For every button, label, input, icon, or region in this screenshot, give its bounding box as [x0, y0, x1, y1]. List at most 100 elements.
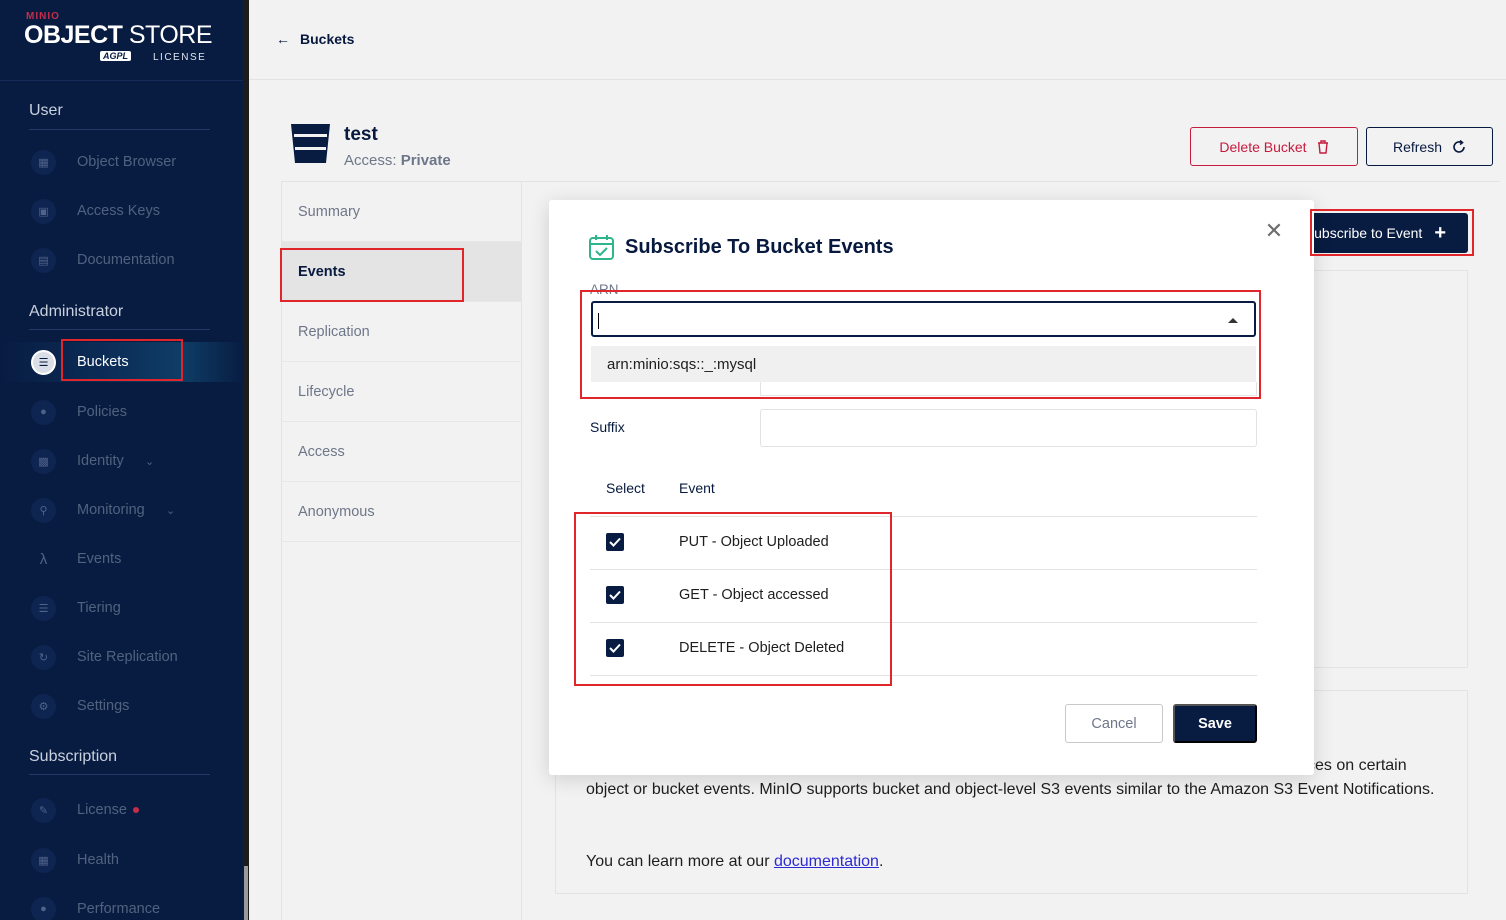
sidebar-item-site-replication[interactable]: ↻ Site Replication: [0, 637, 243, 677]
column-header-select: Select: [606, 480, 645, 496]
sidebar-item-health[interactable]: ▦ Health: [0, 840, 243, 880]
sidebar-item-identity[interactable]: ▩ Identity ⌄: [0, 441, 243, 481]
help-learn-more: You can learn more at our documentation.: [586, 853, 884, 870]
bucket-access: Access: Private: [344, 152, 451, 169]
sidebar-item-events[interactable]: λ Events: [0, 539, 243, 579]
bucket-tabs: Summary Events Replication Lifecycle Acc…: [281, 181, 523, 920]
sidebar-item-label: Access Keys: [77, 203, 160, 219]
tab-access[interactable]: Access: [282, 422, 523, 482]
text-cursor: [598, 313, 599, 329]
identity-icon: ▩: [31, 448, 56, 474]
health-icon: ▦: [31, 847, 56, 873]
sidebar-scrollbar[interactable]: [243, 0, 249, 920]
event-row-put: PUT - Object Uploaded: [590, 516, 1257, 569]
event-row-delete: DELETE - Object Deleted: [590, 622, 1257, 675]
arrow-left-icon: ←: [276, 31, 290, 47]
bucket-name: test: [344, 124, 378, 145]
tab-events[interactable]: Events: [282, 242, 523, 302]
arn-label: ARN: [590, 282, 619, 297]
policies-icon: ●: [31, 399, 56, 425]
settings-icon: ⚙: [31, 693, 56, 719]
divider: [0, 80, 243, 81]
sidebar-item-tiering[interactable]: ☰ Tiering: [0, 588, 243, 628]
help-text: object or bucket events. MinIO supports …: [586, 781, 1435, 798]
delete-bucket-button[interactable]: Delete Bucket: [1190, 127, 1358, 166]
plus-icon: +: [1434, 221, 1446, 244]
sidebar-item-label: Documentation: [77, 252, 175, 268]
documentation-link[interactable]: documentation: [774, 853, 879, 870]
column-header-event: Event: [679, 480, 715, 496]
minio-logo[interactable]: MINIO OBJECT STORE AGPL LICENSE: [24, 10, 224, 70]
caret-up-icon[interactable]: [1228, 318, 1238, 323]
suffix-input[interactable]: [760, 409, 1257, 447]
event-checkbox-get[interactable]: [606, 586, 624, 604]
checkmark-icon: [609, 537, 621, 547]
sidebar-item-label: Tiering: [77, 600, 121, 616]
subscribe-label: Subscribe to Event: [1304, 225, 1423, 241]
scrollbar-thumb[interactable]: [244, 866, 248, 920]
sidebar-item-label: Site Replication: [77, 649, 178, 665]
event-label: PUT - Object Uploaded: [679, 534, 829, 550]
bucket-icon: [291, 124, 330, 163]
logo-license: LICENSE: [153, 52, 207, 63]
license-icon: ✎: [31, 797, 56, 823]
arn-select[interactable]: [591, 301, 1256, 337]
event-checkbox-put[interactable]: [606, 533, 624, 551]
sidebar-item-label: Health: [77, 852, 119, 868]
top-bar: ← Buckets: [249, 0, 1506, 80]
divider: [590, 675, 1257, 676]
sidebar-item-label: License: [77, 802, 127, 818]
calendar-check-icon: [589, 235, 614, 260]
event-checkbox-delete[interactable]: [606, 639, 624, 657]
sidebar-item-label: Events: [77, 551, 122, 567]
sidebar-item-policies[interactable]: ● Policies: [0, 392, 243, 432]
cancel-button[interactable]: Cancel: [1065, 704, 1163, 743]
delete-bucket-label: Delete Bucket: [1219, 138, 1307, 155]
section-title-user: User: [29, 102, 63, 119]
checkmark-icon: [609, 590, 621, 600]
divider: [29, 329, 210, 330]
back-to-buckets-link[interactable]: ← Buckets: [276, 31, 354, 47]
refresh-button[interactable]: Refresh: [1366, 127, 1493, 166]
performance-icon: ●: [31, 896, 56, 920]
divider: [29, 129, 210, 130]
refresh-label: Refresh: [1392, 138, 1443, 155]
save-button[interactable]: Save: [1173, 704, 1257, 743]
sidebar-item-label: Performance: [77, 901, 161, 917]
tab-lifecycle[interactable]: Lifecycle: [282, 362, 523, 422]
sidebar-item-monitoring[interactable]: ⚲ Monitoring ⌄: [0, 490, 243, 530]
close-icon[interactable]: ✕: [1263, 218, 1285, 243]
back-link-label: Buckets: [300, 31, 355, 47]
checkmark-icon: [609, 643, 621, 653]
sidebar-item-settings[interactable]: ⚙ Settings: [0, 686, 243, 726]
modal-title: Subscribe To Bucket Events: [625, 236, 894, 258]
logo-agpl-badge: AGPL: [100, 51, 132, 61]
access-keys-icon: ▣: [31, 198, 56, 224]
notification-dot: [133, 807, 139, 813]
chevron-down-icon: ⌄: [145, 455, 155, 468]
sidebar-item-buckets[interactable]: ☰ Buckets: [0, 342, 243, 382]
sidebar-item-object-browser[interactable]: ▦ Object Browser: [0, 142, 243, 182]
suffix-label: Suffix: [590, 419, 625, 435]
sidebar-item-label: Settings: [77, 698, 130, 714]
help-text-tail: ces on certain: [1307, 757, 1407, 774]
tab-anonymous[interactable]: Anonymous: [282, 482, 523, 542]
event-row-get: GET - Object accessed: [590, 569, 1257, 622]
arn-option[interactable]: arn:minio:sqs::_:mysql: [591, 346, 1256, 382]
site-replication-icon: ↻: [31, 644, 56, 670]
tab-summary[interactable]: Summary: [282, 182, 523, 242]
sidebar-item-performance[interactable]: ● Performance: [0, 889, 243, 920]
object-browser-icon: ▦: [31, 149, 56, 175]
documentation-icon: ▤: [31, 247, 56, 273]
sidebar-item-documentation[interactable]: ▤ Documentation: [0, 240, 243, 280]
tab-replication[interactable]: Replication: [282, 302, 523, 362]
section-title-administrator: Administrator: [29, 303, 124, 320]
section-title-subscription: Subscription: [29, 748, 118, 765]
sidebar-item-license[interactable]: ✎ License: [0, 790, 243, 830]
sidebar-item-label: Monitoring: [77, 502, 145, 518]
chevron-down-icon: ⌄: [166, 504, 176, 517]
sidebar-item-access-keys[interactable]: ▣ Access Keys: [0, 191, 243, 231]
subscribe-to-event-button[interactable]: Subscribe to Event +: [1296, 213, 1468, 253]
prefix-input[interactable]: [760, 382, 1257, 396]
event-label: DELETE - Object Deleted: [679, 640, 845, 656]
